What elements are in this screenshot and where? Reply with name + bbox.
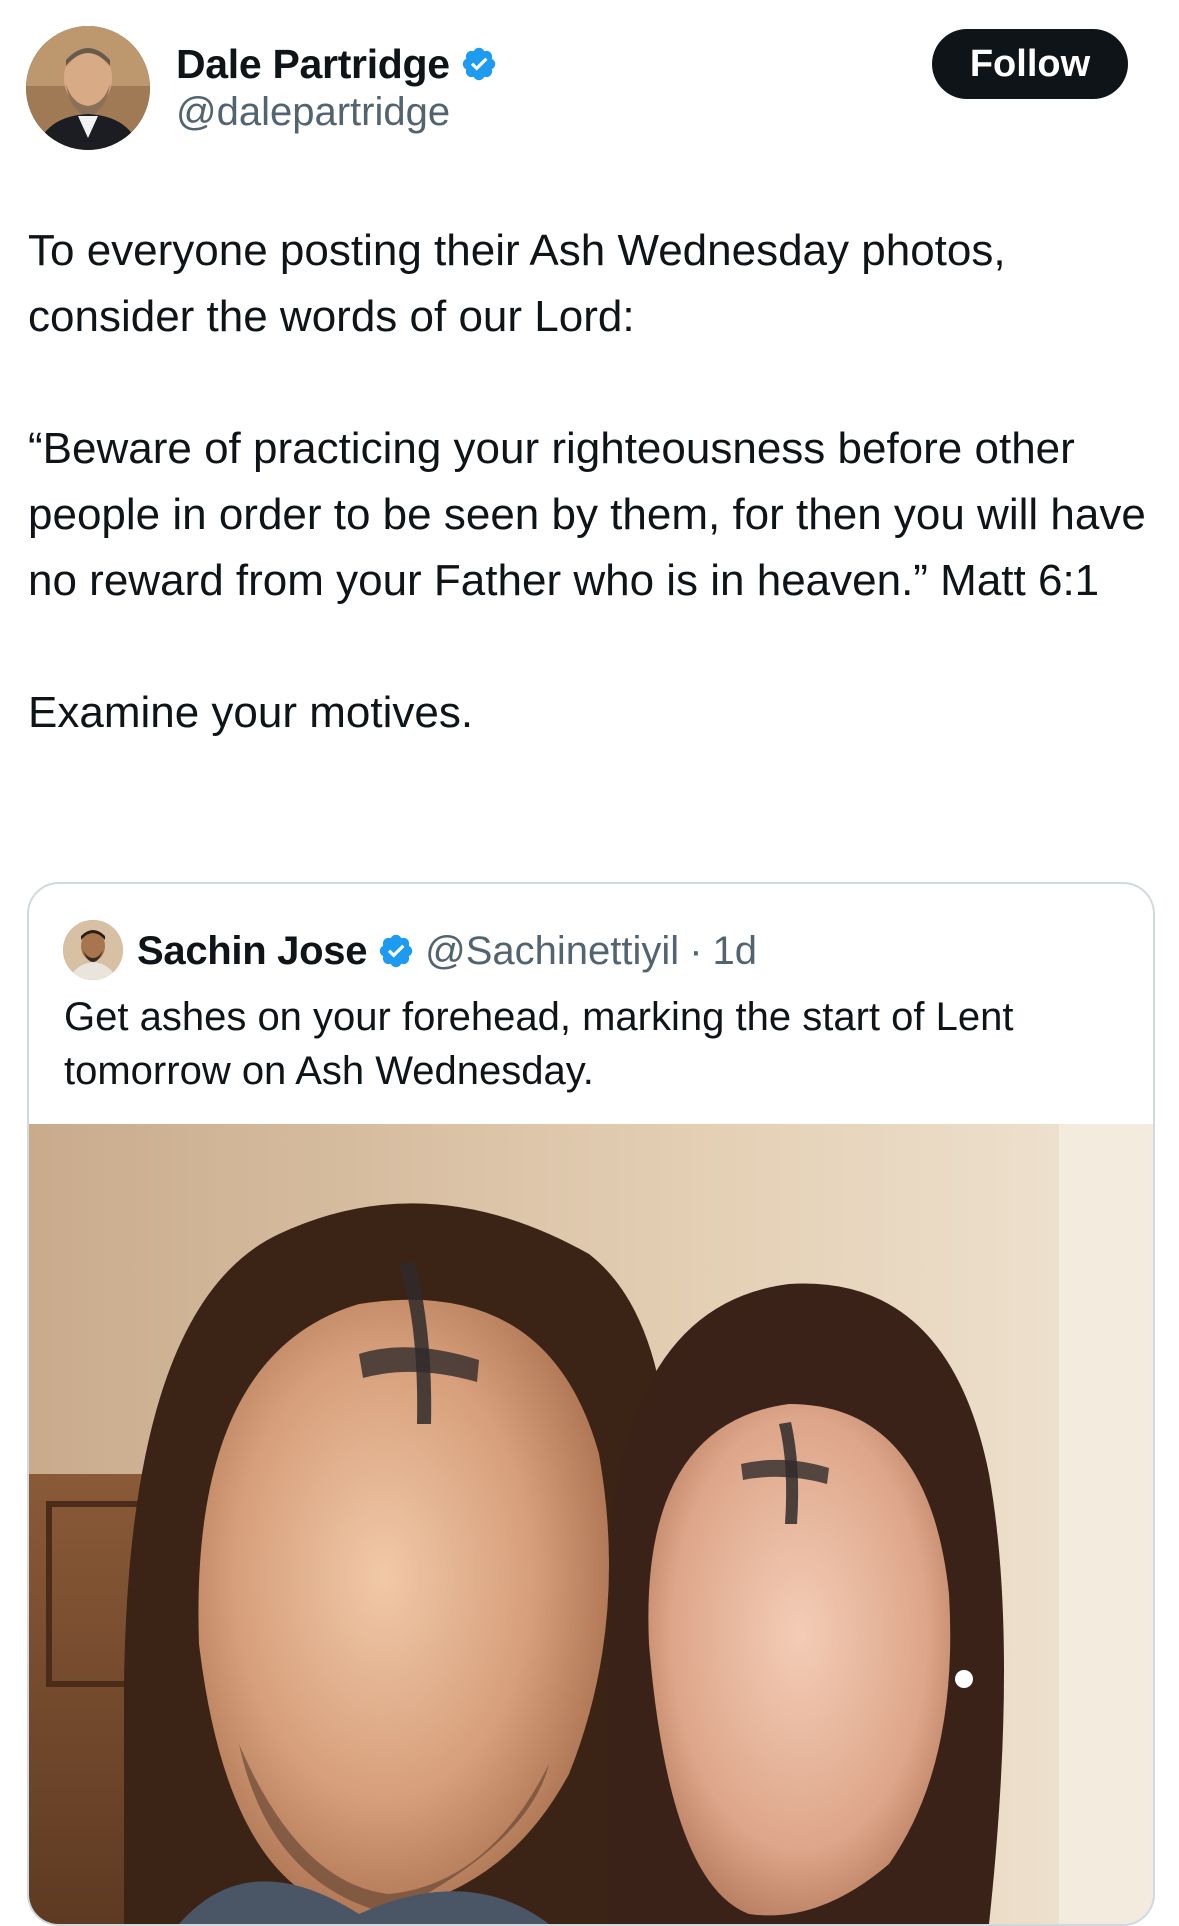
profile-photo-icon: [26, 26, 150, 150]
author-avatar[interactable]: [26, 26, 150, 150]
author-handle[interactable]: @dalepartridge: [176, 90, 450, 135]
quoted-author-handle[interactable]: @Sachinettiyil: [425, 929, 679, 974]
follow-button[interactable]: Follow: [932, 29, 1128, 99]
verified-badge-icon: [377, 932, 415, 970]
tweet-paragraph: “Beware of practicing your righteousness…: [28, 424, 1146, 605]
quoted-timestamp[interactable]: 1d: [713, 929, 758, 974]
photo-two-people-with-ash-crosses-icon: [29, 1124, 1153, 1924]
tweet-paragraph: Examine your motives.: [28, 688, 474, 737]
tweet-paragraph: To everyone posting their Ash Wednesday …: [28, 226, 1006, 341]
tweet-text: To everyone posting their Ash Wednesday …: [28, 218, 1148, 746]
quoted-tweet-text: Get ashes on your forehead, marking the …: [64, 995, 1014, 1093]
quoted-profile-photo-icon: [63, 920, 123, 980]
separator-dot: ·: [689, 928, 703, 973]
quoted-tweet-card[interactable]: Sachin Jose @Sachinettiyil · 1d Get ashe…: [27, 882, 1155, 1926]
tweet: Dale Partridge @dalepartridge Follow To …: [0, 0, 1179, 1926]
quoted-author-name[interactable]: Sachin Jose: [137, 929, 367, 974]
quoted-tweet-photo[interactable]: [29, 1124, 1153, 1924]
author-name[interactable]: Dale Partridge: [176, 41, 450, 88]
author-name-row[interactable]: Dale Partridge: [176, 38, 498, 90]
quoted-tweet-header: Sachin Jose @Sachinettiyil · 1d: [137, 924, 757, 978]
verified-badge-icon: [460, 45, 498, 83]
quoted-author-avatar[interactable]: [63, 920, 123, 980]
